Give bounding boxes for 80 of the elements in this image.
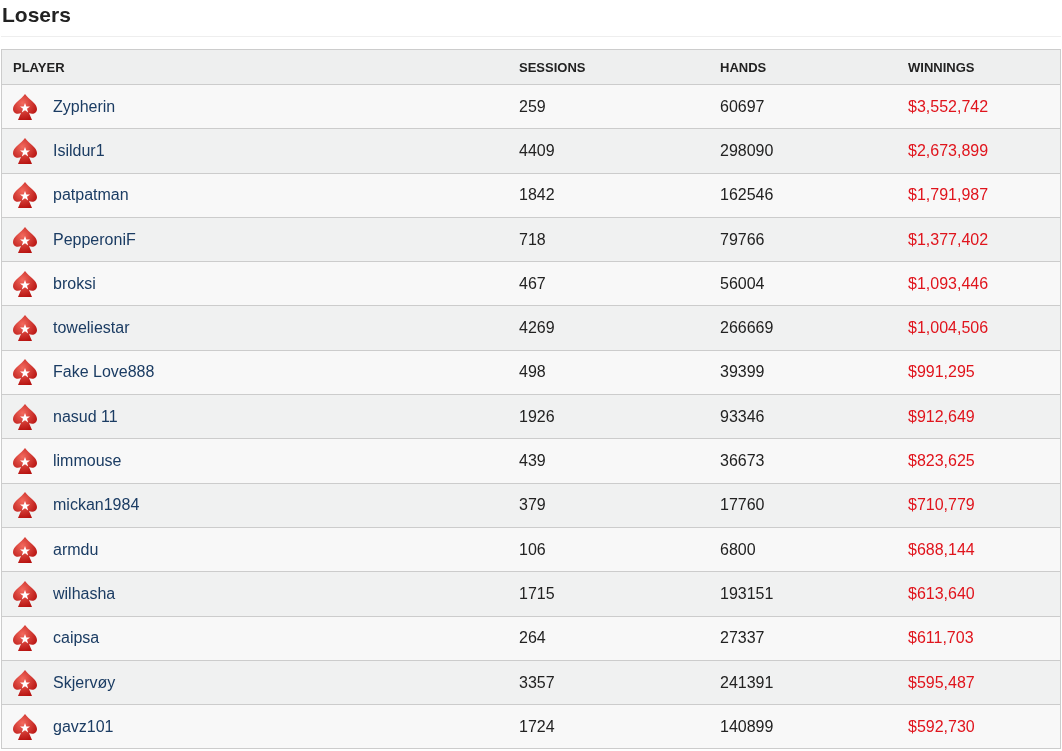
sessions-cell-text: 1842 [518,186,556,205]
sessions-cell-text: 467 [518,274,547,293]
spade-star-icon [12,579,38,608]
player-link[interactable]: patpatman [53,186,129,205]
winnings-cell-text: $1,791,987 [907,186,990,205]
sessions-cell-text: 3357 [518,673,556,692]
player-link[interactable]: limmouse [53,452,122,470]
sessions-cell-text: 1715 [518,584,556,603]
player-link[interactable]: gavz101 [53,717,114,736]
sessions-cell-text: 106 [518,540,547,559]
hands-cell-text: 56004 [719,274,766,293]
player-link[interactable]: Skjervøy [53,673,116,692]
winnings-cell-text: $823,625 [907,452,976,470]
sessions-cell-text: 718 [518,230,547,249]
player-link[interactable]: Zypherin [53,97,116,116]
player-link[interactable]: PepperoniF [53,230,136,249]
spade-star-icon [12,491,38,520]
sessions-cell-text: 439 [518,452,547,470]
winnings-cell-text: $912,649 [907,407,976,426]
spade-star-icon [12,136,38,165]
hands-cell-text: 140899 [719,717,775,736]
hands-cell-text: 6800 [719,540,757,559]
column-header: PLAYER [12,59,66,75]
spade-star-icon [12,225,38,254]
page-title: Losers [1,0,1061,37]
hands-cell-text: 266669 [719,319,775,338]
player-link[interactable]: mickan1984 [53,496,140,515]
winnings-cell-text: $688,144 [907,540,976,559]
hands-cell-text: 17760 [719,496,766,515]
spade-star-icon [12,535,38,564]
column-header: HANDS [719,59,768,75]
hands-cell-text: 39399 [719,363,766,382]
spade-star-icon [12,269,38,298]
sessions-cell-text: 259 [518,97,547,116]
sessions-cell-text: 264 [518,629,547,648]
winnings-cell-text: $613,640 [907,584,976,603]
spade-star-icon [12,181,38,210]
hands-cell-text: 193151 [719,584,775,603]
column-header: SESSIONS [518,59,587,75]
spade-star-icon [12,668,38,697]
hands-cell-text: 27337 [719,629,766,648]
hands-cell-text: 93346 [719,407,766,426]
winnings-cell-text: $1,093,446 [907,274,990,293]
spade-star-icon [12,624,38,653]
spade-star-icon [12,402,38,431]
player-link[interactable]: nasud 11 [53,407,118,426]
hands-cell-text: 36673 [719,452,766,470]
hands-cell-text: 162546 [719,186,775,205]
winnings-cell-text: $1,004,506 [907,319,990,338]
hands-cell-text: 60697 [719,97,766,116]
winnings-cell-text: $3,552,742 [907,97,990,116]
winnings-cell-text: $710,779 [907,496,976,515]
winnings-cell-text: $991,295 [907,363,976,382]
column-header: WINNINGS [907,59,976,75]
spade-star-icon [12,712,38,741]
hands-cell-text: 298090 [719,141,775,160]
sessions-cell-text: 379 [518,496,547,515]
player-link[interactable]: Fake Love888 [53,363,155,382]
player-link[interactable]: toweliestar [53,319,130,338]
winnings-cell-text: $592,730 [907,717,976,736]
sessions-cell-text: 1724 [518,717,556,736]
winnings-cell-text: $611,703 [907,629,975,648]
sessions-cell-text: 498 [518,363,547,382]
player-link[interactable]: armdu [53,540,99,559]
player-link[interactable]: caipsa [53,629,100,648]
sessions-cell-text: 4409 [518,141,556,160]
winnings-cell-text: $1,377,402 [907,230,990,249]
winnings-cell-text: $2,673,899 [907,141,990,160]
sessions-cell-text: 4269 [518,319,556,338]
player-link[interactable]: broksi [53,274,96,293]
spade-star-icon [12,92,38,121]
spade-star-icon [12,447,38,475]
spade-star-icon [12,314,38,343]
sessions-cell-text: 1926 [518,407,556,426]
hands-cell-text: 241391 [719,673,775,692]
winnings-cell-text: $595,487 [907,673,976,692]
player-link[interactable]: Isildur1 [53,141,105,160]
player-link[interactable]: wilhasha [53,584,116,603]
hands-cell-text: 79766 [719,230,766,249]
spade-star-icon [12,358,38,387]
